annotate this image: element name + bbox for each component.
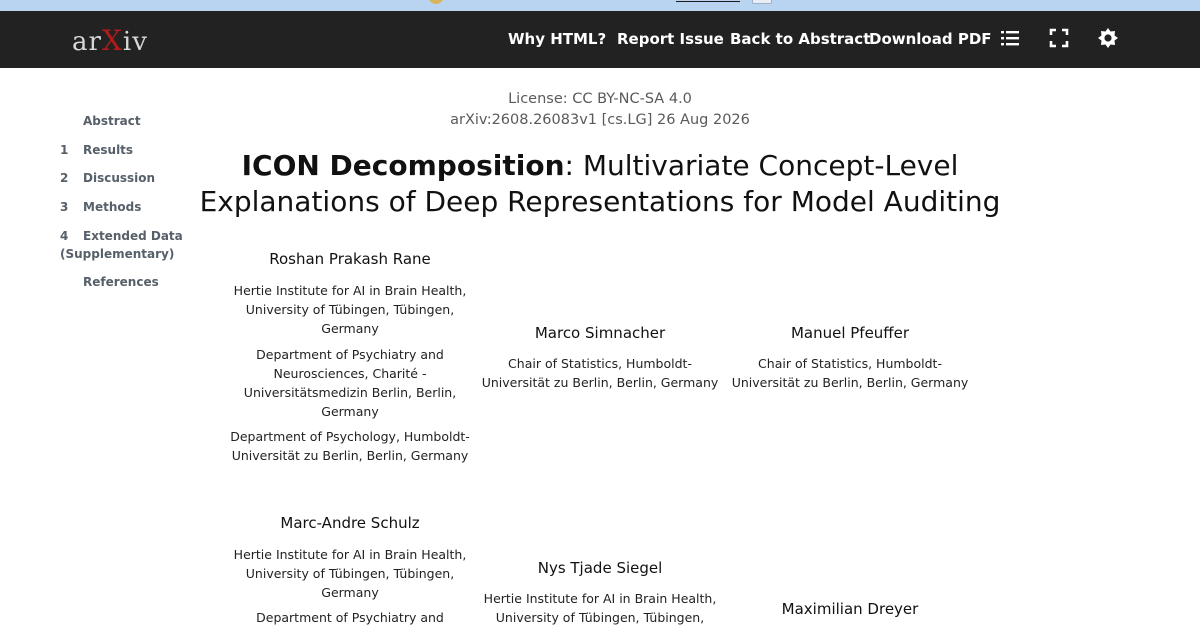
author-name: Maximilian Dreyer bbox=[781, 600, 919, 618]
author-name: Marc-Andre Schulz bbox=[280, 514, 420, 532]
license-line: License: CC BY-NC-SA 4.0 bbox=[508, 91, 692, 107]
author-name: Roshan Prakash Rane bbox=[269, 250, 431, 268]
settings-icon[interactable] bbox=[1097, 27, 1119, 49]
arxiv-identifier: arXiv:2608.26083v1 [cs.LG] 26 Aug 2026 bbox=[450, 112, 750, 128]
arxiv-logo[interactable]: arXiv bbox=[72, 24, 148, 57]
author-affiliation: Hertie Institute for AI in Brain Health,… bbox=[233, 283, 467, 336]
info-banner-strip bbox=[0, 0, 1200, 11]
author-affiliation: Hertie Institute for AI in Brain Health,… bbox=[483, 591, 717, 625]
author-name: Nys Tjade Siegel bbox=[537, 559, 663, 577]
paper-title-line-2: Explanations of Deep Representations for… bbox=[199, 185, 1001, 218]
fullscreen-icon[interactable] bbox=[1048, 27, 1070, 49]
author-affiliation: Department of Psychiatry and bbox=[256, 610, 444, 625]
paper-title-method: ICON Decomposition bbox=[241, 149, 565, 182]
author-affiliation: Chair of Statistics, Humboldt- Universitä… bbox=[731, 356, 969, 390]
top-navbar: arXiv Why HTML? Report Issue Back to Abs… bbox=[0, 11, 1200, 68]
banner-close-button[interactable] bbox=[752, 0, 772, 4]
banner-icon bbox=[428, 0, 444, 4]
list-icon[interactable] bbox=[999, 27, 1021, 49]
report-issue-link[interactable]: Report Issue bbox=[617, 30, 724, 48]
author-affiliation: Hertie Institute for AI in Brain Health,… bbox=[233, 547, 467, 600]
why-html-link[interactable]: Why HTML? bbox=[508, 30, 606, 48]
author-name: Marco Simnacher bbox=[534, 324, 666, 342]
author-affiliation: Chair of Statistics, Humboldt- Universitä… bbox=[481, 356, 719, 390]
author-affiliation: Department of Psychiatry and Neuroscience… bbox=[243, 347, 457, 419]
banner-link[interactable] bbox=[676, 0, 740, 2]
author-name: Manuel Pfeuffer bbox=[790, 324, 910, 342]
author-affiliation: Department of Psychology, Humboldt- Unive… bbox=[230, 429, 470, 463]
paper-title-line-1: ICON Decomposition: Multivariate Concept… bbox=[241, 149, 959, 182]
back-to-abstract-link[interactable]: Back to Abstract bbox=[730, 30, 870, 48]
download-pdf-link[interactable]: Download PDF bbox=[869, 30, 992, 48]
